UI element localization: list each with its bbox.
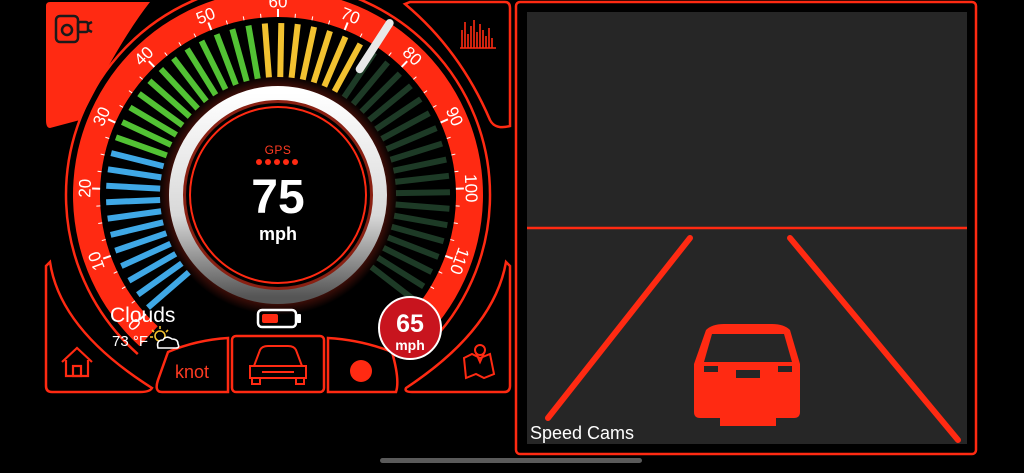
gauge-scale-label: 20 bbox=[75, 178, 95, 198]
gauge-segment bbox=[394, 172, 450, 185]
gauge-segment bbox=[147, 78, 192, 119]
gauge-scale-label: 100 bbox=[461, 174, 481, 203]
gps-label: GPS bbox=[264, 143, 292, 157]
gauge-segment bbox=[392, 156, 447, 174]
gauge-segment bbox=[367, 83, 413, 123]
dashboard-canvas: 0102030405060708090100110120 bbox=[44, 0, 978, 463]
gauge-segment bbox=[158, 66, 200, 111]
gauge-segment bbox=[137, 91, 185, 128]
gauge-segment bbox=[109, 219, 164, 238]
record-dot-icon bbox=[350, 360, 372, 382]
gauge-segment bbox=[395, 189, 451, 197]
gauge-segment bbox=[106, 196, 161, 206]
car-view-button[interactable] bbox=[230, 334, 326, 394]
gauge-segment bbox=[359, 71, 402, 114]
speed-limit-value: 65 bbox=[396, 310, 424, 338]
unit-toggle-label[interactable]: knot bbox=[160, 362, 224, 383]
gauge-segment bbox=[393, 212, 448, 229]
gauge-segment bbox=[107, 166, 162, 181]
gauge-segment bbox=[245, 25, 261, 80]
speed-unit: mph bbox=[259, 224, 297, 244]
gauge-tick bbox=[97, 170, 102, 173]
gauge-segment bbox=[299, 26, 317, 81]
bar-chart-icon bbox=[460, 20, 496, 49]
gauge-segment bbox=[110, 150, 165, 170]
home-indicator bbox=[380, 458, 642, 463]
gauge-segment bbox=[288, 23, 301, 79]
gauge-segment bbox=[277, 22, 285, 78]
gauge-scale-label: 60 bbox=[269, 0, 288, 11]
speed-limit-unit: mph bbox=[395, 337, 425, 353]
gauge-segment bbox=[107, 208, 162, 222]
home-icon bbox=[61, 346, 93, 378]
gauge-segment bbox=[369, 264, 417, 303]
weather-condition: Clouds bbox=[110, 304, 176, 327]
gauge-segment bbox=[395, 201, 450, 212]
weather-temperature: 73 °F bbox=[112, 333, 149, 350]
map-icon bbox=[462, 344, 496, 380]
gauge-segment bbox=[261, 23, 272, 78]
gauge-tick bbox=[453, 222, 458, 224]
gauge-segment bbox=[146, 269, 191, 310]
car-rear-icon bbox=[694, 324, 800, 426]
gauge-tick bbox=[454, 170, 459, 173]
cloud-icon bbox=[156, 336, 180, 349]
gauge-segment bbox=[106, 182, 161, 192]
gauge-segment bbox=[136, 260, 184, 298]
car-front-icon bbox=[249, 345, 307, 385]
gauge-segment bbox=[171, 56, 209, 104]
camera-view-title: Speed Cams bbox=[530, 423, 635, 443]
current-speed: 75 bbox=[251, 171, 305, 224]
gauge-tick bbox=[98, 222, 103, 224]
